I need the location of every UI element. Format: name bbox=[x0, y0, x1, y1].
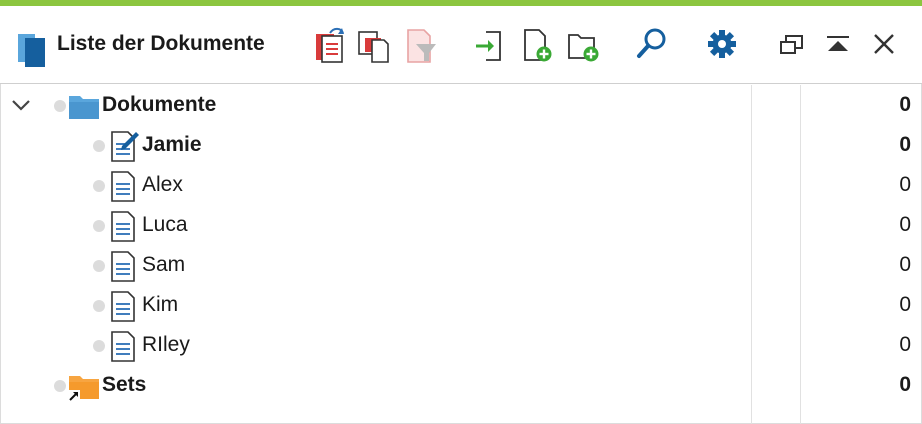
status-dot[interactable] bbox=[93, 140, 105, 152]
tree-row-dokumente[interactable]: Dokumente 0 bbox=[0, 85, 922, 125]
status-dot[interactable] bbox=[54, 100, 66, 112]
tree-row-document[interactable]: Kim 0 bbox=[0, 285, 922, 325]
close-icon bbox=[874, 34, 894, 54]
status-dot[interactable] bbox=[93, 260, 105, 272]
document-filter-icon bbox=[407, 29, 436, 63]
copy-documents-button[interactable] bbox=[356, 24, 392, 64]
undock-window-button[interactable] bbox=[774, 24, 810, 64]
document-icon bbox=[111, 251, 135, 282]
document-icon bbox=[111, 291, 135, 322]
tree-count: 0 bbox=[899, 253, 911, 276]
tree-label: Kim bbox=[142, 293, 179, 316]
collapse-window-button[interactable] bbox=[820, 24, 856, 64]
tree-row-document[interactable]: Jamie 0 bbox=[0, 125, 922, 165]
activate-all-button[interactable] bbox=[312, 24, 348, 64]
tree-label: Dokumente bbox=[102, 93, 217, 116]
tree-count: 0 bbox=[899, 373, 911, 396]
activate-all-icon bbox=[316, 27, 344, 63]
new-document-group-icon bbox=[568, 34, 599, 62]
tree-count: 0 bbox=[899, 173, 911, 196]
new-document-group-button[interactable] bbox=[566, 24, 602, 64]
document-edit-icon bbox=[111, 131, 139, 162]
close-button[interactable] bbox=[866, 24, 902, 64]
new-document-button[interactable] bbox=[520, 24, 556, 64]
tree-row-sets[interactable]: Sets 0 bbox=[0, 365, 922, 405]
tree-row-document[interactable]: Alex 0 bbox=[0, 165, 922, 205]
status-dot[interactable] bbox=[93, 340, 105, 352]
tree-count: 0 bbox=[899, 333, 911, 356]
settings-gear-icon bbox=[708, 30, 736, 58]
tree-count: 0 bbox=[899, 213, 911, 236]
search-icon bbox=[637, 28, 666, 58]
tree-label: RIley bbox=[142, 333, 190, 356]
tree-label: Jamie bbox=[142, 133, 202, 156]
tree-row-document[interactable]: Luca 0 bbox=[0, 205, 922, 245]
search-button[interactable] bbox=[634, 24, 670, 64]
tree-count: 0 bbox=[899, 133, 911, 156]
folder-icon bbox=[69, 96, 99, 119]
document-stack-icon bbox=[18, 34, 45, 67]
settings-button[interactable] bbox=[704, 24, 740, 64]
chevron-down-icon[interactable] bbox=[10, 96, 32, 114]
document-icon bbox=[111, 331, 135, 362]
window-title: Liste der Dokumente bbox=[57, 32, 265, 55]
tree-count: 0 bbox=[899, 93, 911, 116]
status-dot[interactable] bbox=[93, 220, 105, 232]
status-dot[interactable] bbox=[54, 380, 66, 392]
tree-row-document[interactable]: Sam 0 bbox=[0, 245, 922, 285]
import-document-icon bbox=[476, 31, 501, 61]
new-document-icon bbox=[524, 29, 552, 62]
tree-label: Luca bbox=[142, 213, 188, 236]
status-dot[interactable] bbox=[93, 180, 105, 192]
toolbar: Liste der Dokumente bbox=[0, 6, 922, 84]
tree-row-document[interactable]: RIley 0 bbox=[0, 325, 922, 365]
document-tree: Dokumente 0 Jamie 0 Alex 0 Luca 0 Sam 0 … bbox=[0, 85, 922, 424]
tree-label: Sets bbox=[102, 373, 147, 396]
import-document-button[interactable] bbox=[472, 24, 508, 64]
status-dot[interactable] bbox=[93, 300, 105, 312]
document-icon bbox=[111, 171, 135, 202]
tree-count: 0 bbox=[899, 293, 911, 316]
tree-label: Sam bbox=[142, 253, 186, 276]
collapse-window-icon bbox=[827, 36, 849, 51]
undock-window-icon bbox=[780, 35, 803, 54]
document-filter-button[interactable] bbox=[404, 24, 440, 64]
document-icon bbox=[111, 211, 135, 242]
sets-folder-icon bbox=[68, 376, 99, 402]
copy-documents-icon bbox=[358, 31, 389, 63]
tree-label: Alex bbox=[142, 173, 183, 196]
